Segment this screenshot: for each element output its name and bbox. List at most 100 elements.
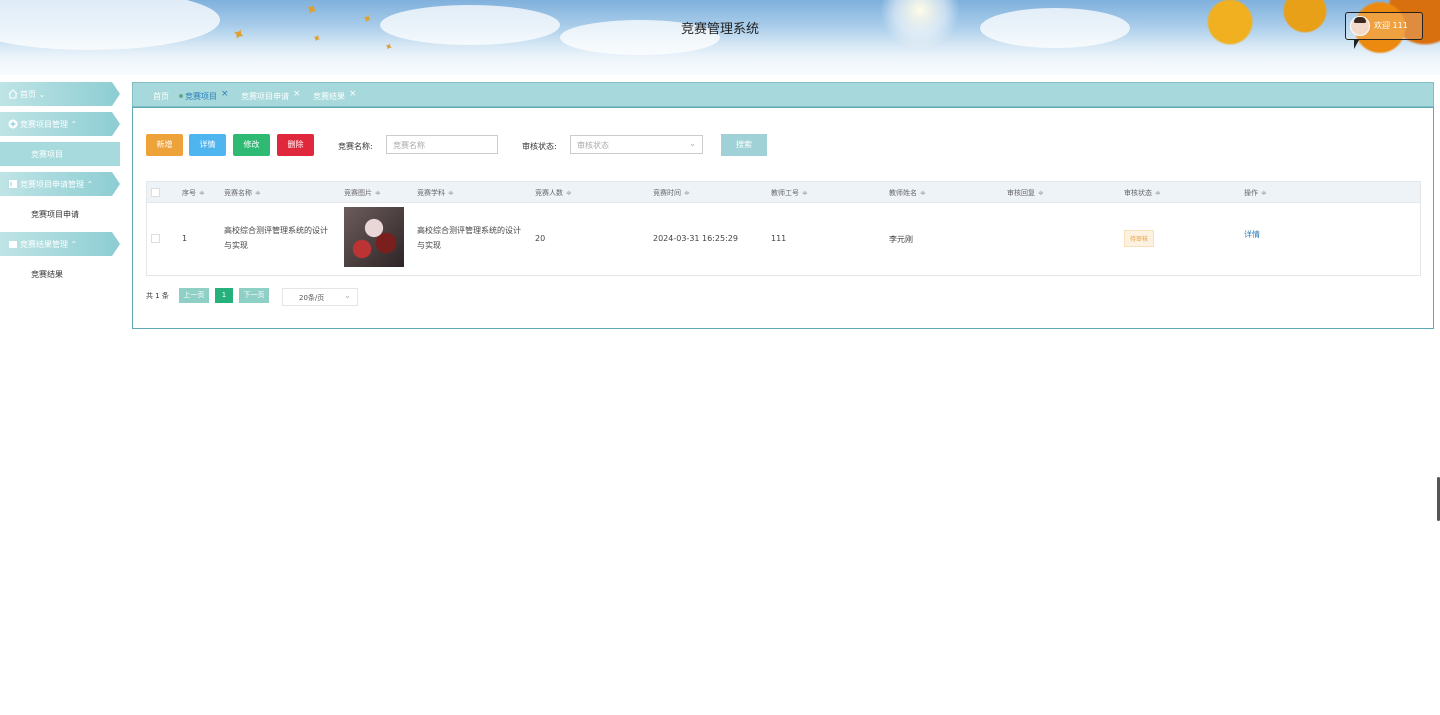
column-header-label: 操作 [1244,189,1258,197]
main-panel: 新增 详情 修改 删除 竞赛名称: 竞赛名称 审核状态: 审核状态 ⌄ 搜索 序… [132,107,1434,329]
chevron-up-icon: ⌃ [86,180,94,189]
cell-index: 1 [182,234,188,243]
cell-subject-line2: 与实现 [417,241,441,250]
column-header-label: 教师工号 [771,189,799,197]
sort-icon: ≑ [1261,189,1267,197]
chevron-up-icon: ⌃ [70,240,78,249]
sort-icon: ≑ [684,189,690,197]
sidebar-item-project[interactable]: 竞赛项目 [0,142,120,166]
cell-name-line2: 与实现 [224,241,248,250]
avatar [1350,16,1370,36]
tab-bar: 首页 竞赛项目 × 竞赛项目申请 × 竞赛结果 × [132,82,1434,107]
plus-circle-icon [8,119,18,129]
tab-application[interactable]: 竞赛项目申请 × [241,89,301,102]
column-header-label: 竞赛时间 [653,189,681,197]
column-header[interactable]: 教师姓名 ≑ [889,188,926,198]
tab-label: 竞赛项目申请 [241,92,289,101]
tab-label: 竞赛结果 [313,92,345,101]
sort-icon: ≑ [566,189,572,197]
sidebar-item-application[interactable]: 竞赛项目申请 [0,202,125,226]
row-checkbox[interactable] [151,234,160,243]
sidebar-group-application[interactable]: 竞赛项目申请管理 ⌃ [0,172,125,196]
prev-page-button[interactable]: 上一页 [179,288,209,303]
edit-button[interactable]: 修改 [233,134,270,156]
status-select[interactable]: 审核状态 ⌄ [570,135,703,154]
column-header-label: 竞赛图片 [344,189,372,197]
sidebar-item-label: 竞赛项目 [31,150,63,159]
delete-button[interactable]: 删除 [277,134,314,156]
column-header-label: 竞赛名称 [224,189,252,197]
cell-teacher-name: 李元刚 [889,235,913,244]
add-button[interactable]: 新增 [146,134,183,156]
column-header[interactable]: 竞赛图片 ≑ [344,188,381,198]
book-icon [9,241,17,248]
cell-name-line1: 高校综合测评管理系统的设计 [224,226,328,235]
sidebar: 首页 ⌄ 竞赛项目管理 ⌃ 竞赛项目 竞赛项目申请管理 ⌃ 竞赛项目申请 竞赛结… [0,82,125,292]
tab-label: 竞赛项目 [185,92,217,101]
tab-home[interactable]: 首页 [153,91,169,102]
header-banner: ✦ ✦ ✦ ✦ ✦ 竞赛管理系统 欢迎 111 [0,0,1440,75]
chevron-up-icon: ⌃ [70,120,78,129]
sidebar-group-project[interactable]: 竞赛项目管理 ⌃ [0,112,125,136]
column-header[interactable]: 审核回复 ≑ [1007,188,1044,198]
user-menu[interactable]: 欢迎 111 [1345,12,1423,40]
select-all-checkbox[interactable] [151,188,160,197]
sidebar-item-label: 首页 [20,90,36,99]
column-header-label: 审核状态 [1124,189,1152,197]
page-number-button[interactable]: 1 [215,288,233,303]
sidebar-group-label: 竞赛项目申请管理 [20,180,84,189]
page-size-select[interactable]: 20条/页 ⌄ [282,288,358,306]
column-header[interactable]: 序号 ≑ [182,188,205,198]
chevron-down-icon: ⌄ [344,291,351,300]
sort-icon: ≑ [375,189,381,197]
close-icon[interactable]: × [221,89,229,99]
document-icon [9,180,17,188]
search-button[interactable]: 搜索 [721,134,767,156]
name-filter-label: 竞赛名称: [338,142,373,151]
sort-icon: ≑ [1038,189,1044,197]
detail-button[interactable]: 详情 [189,134,226,156]
column-header[interactable]: 审核状态 ≑ [1124,188,1161,198]
row-detail-link[interactable]: 详情 [1244,229,1260,240]
sort-icon: ≑ [199,189,205,197]
status-filter-label: 审核状态: [522,142,557,151]
chevron-down-icon: ⌄ [689,139,696,148]
sidebar-group-label: 竞赛结果管理 [20,240,68,249]
active-dot-icon [179,94,183,98]
chevron-down-icon: ⌄ [38,90,46,99]
pagination-total: 共 1 条 [146,292,169,300]
cell-teacher-id: 111 [771,234,787,243]
close-icon[interactable]: × [349,89,357,99]
tab-label: 首页 [153,92,169,101]
column-header[interactable]: 操作 ≑ [1244,188,1267,198]
close-icon[interactable]: × [293,89,301,99]
page-size-value: 20条/页 [299,294,325,302]
name-search-input[interactable]: 竞赛名称 [386,135,498,154]
app-title: 竞赛管理系统 [680,22,759,37]
column-header[interactable]: 竞赛学科 ≑ [417,188,454,198]
column-header[interactable]: 教师工号 ≑ [771,188,808,198]
status-select-placeholder: 审核状态 [577,141,609,150]
column-header-label: 教师姓名 [889,189,917,197]
column-header-label: 序号 [182,189,196,197]
sidebar-item-home[interactable]: 首页 ⌄ [0,82,125,106]
sort-icon: ≑ [255,189,261,197]
tab-project[interactable]: 竞赛项目 × [179,89,229,102]
column-header[interactable]: 竞赛人数 ≑ [535,188,572,198]
data-table: 序号 ≑ 竞赛名称 ≑ 竞赛图片 ≑ 竞赛学科 ≑ 竞赛人数 ≑ 竞赛时间 ≑ 教师工号 ≑ … [146,181,1421,276]
cell-time: 2024-03-31 16:25:29 [653,234,738,243]
sort-icon: ≑ [920,189,926,197]
sidebar-item-label: 竞赛结果 [31,270,63,279]
column-header[interactable]: 竞赛时间 ≑ [653,188,690,198]
sidebar-item-result[interactable]: 竞赛结果 [0,262,125,286]
tab-result[interactable]: 竞赛结果 × [313,89,357,102]
sidebar-group-result[interactable]: 竞赛结果管理 ⌃ [0,232,125,256]
next-page-button[interactable]: 下一页 [239,288,269,303]
mouse-cursor-icon [1354,40,1359,49]
table-header: 序号 ≑ 竞赛名称 ≑ 竞赛图片 ≑ 竞赛学科 ≑ 竞赛人数 ≑ 竞赛时间 ≑ 教师工号 ≑ … [147,182,1420,203]
sort-icon: ≑ [1155,189,1161,197]
column-header-label: 竞赛人数 [535,189,563,197]
sidebar-group-label: 竞赛项目管理 [20,120,68,129]
sort-icon: ≑ [802,189,808,197]
column-header[interactable]: 竞赛名称 ≑ [224,188,261,198]
